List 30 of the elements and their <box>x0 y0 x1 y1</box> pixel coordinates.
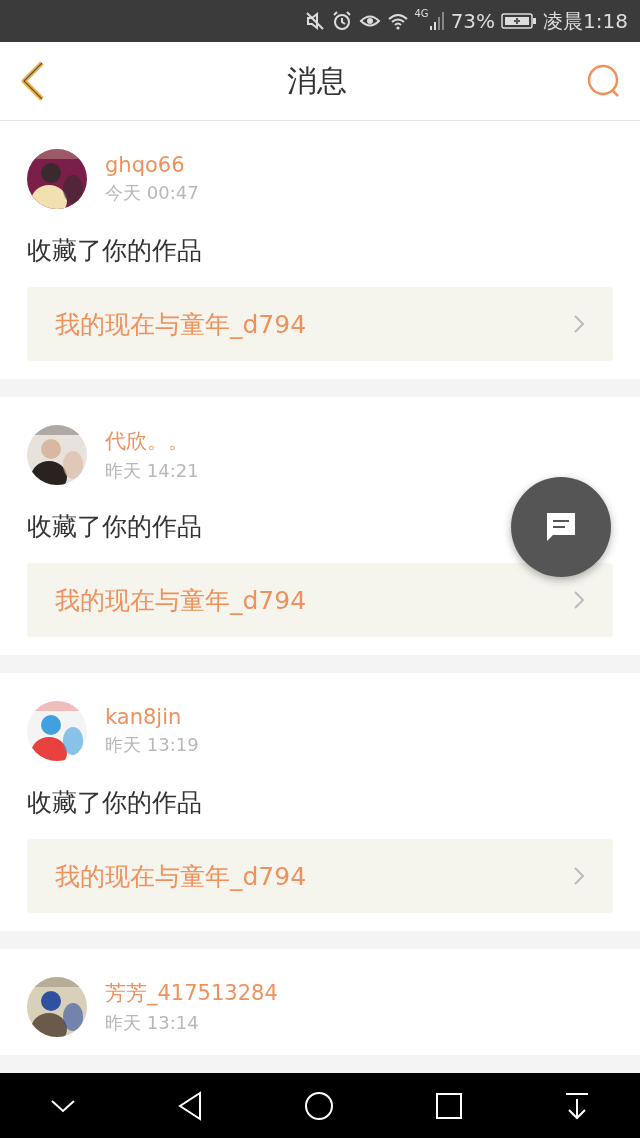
work-link[interactable]: 我的现在与童年_d794 <box>27 287 613 361</box>
wifi-icon <box>386 11 409 31</box>
chevron-icon <box>573 866 585 886</box>
notification-pull-icon[interactable] <box>563 1090 590 1121</box>
chevron-icon <box>573 314 585 334</box>
back-icon[interactable] <box>177 1090 204 1121</box>
chevron-icon <box>573 590 585 610</box>
timestamp: 昨天 14:21 <box>105 459 199 483</box>
battery-percent: 73% <box>450 9 496 33</box>
collapse-icon[interactable] <box>50 1097 77 1114</box>
recents-icon[interactable] <box>434 1091 463 1120</box>
clock: 凌晨1:18 <box>543 7 628 35</box>
action-text: 收藏了你的作品 <box>27 787 202 819</box>
user-name[interactable]: ghqo66 <box>105 153 199 177</box>
user-name[interactable]: 芳芳_417513284 <box>105 979 278 1007</box>
action-text: 收藏了你的作品 <box>27 235 202 267</box>
work-link[interactable]: 我的现在与童年_d794 <box>27 563 613 637</box>
network-type: 4G <box>414 8 429 19</box>
user-name[interactable]: 代欣。。 <box>105 427 199 455</box>
page-title: 消息 <box>287 61 347 100</box>
action-text: 收藏了你的作品 <box>27 511 202 543</box>
timestamp: 今天 00:47 <box>105 181 199 205</box>
battery-icon <box>501 12 538 30</box>
mute-icon <box>304 11 325 31</box>
work-link[interactable]: 我的现在与童年_d794 <box>27 839 613 913</box>
timestamp: 昨天 13:19 <box>105 733 199 757</box>
user-name[interactable]: kan8jin <box>105 705 199 729</box>
signal-icon <box>428 11 445 31</box>
home-icon[interactable] <box>304 1090 334 1121</box>
timestamp: 昨天 13:14 <box>105 1011 200 1035</box>
